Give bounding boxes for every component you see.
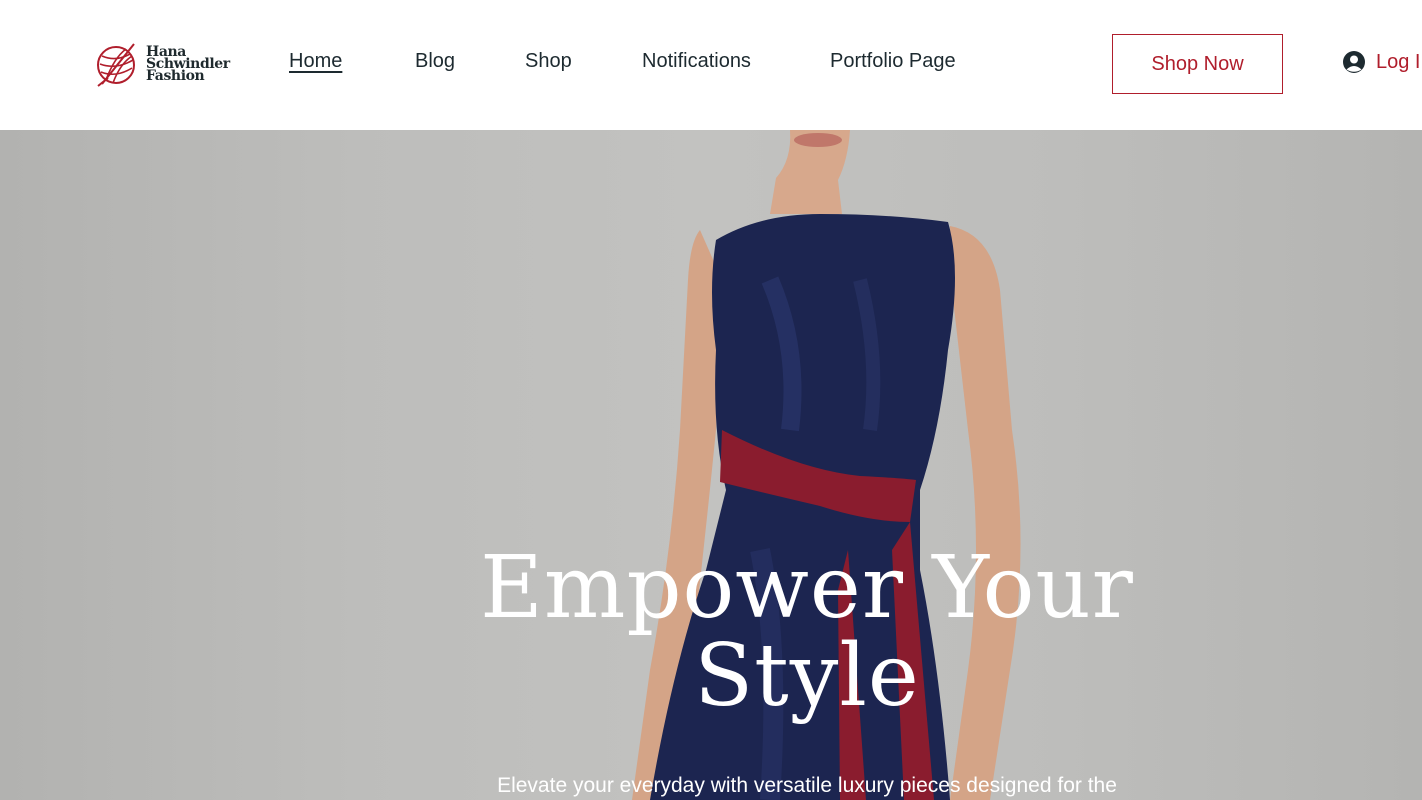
nav-portfolio-page[interactable]: Portfolio Page xyxy=(830,50,956,73)
site-header: Hana Schwindler Fashion Home Blog Shop N… xyxy=(0,0,1422,130)
shop-now-button[interactable]: Shop Now xyxy=(1112,34,1283,94)
yarn-ball-logo-icon xyxy=(97,43,135,87)
user-avatar-icon xyxy=(1343,51,1365,73)
nav-shop[interactable]: Shop xyxy=(525,50,572,73)
nav-blog[interactable]: Blog xyxy=(415,50,455,73)
login-button[interactable]: Log I xyxy=(1342,50,1420,74)
hero-title: Empower Your Style xyxy=(407,544,1207,720)
hero-title-line-1: Empower Your xyxy=(480,538,1134,638)
hero-title-line-2: Style xyxy=(694,626,920,726)
login-label: Log I xyxy=(1376,50,1421,73)
hero-subtitle: Elevate your everyday with versatile lux… xyxy=(497,774,1117,797)
nav-home[interactable]: Home xyxy=(289,50,342,73)
hero-section: Empower Your Style Elevate your everyday… xyxy=(0,130,1422,800)
brand-name: Hana Schwindler Fashion xyxy=(146,45,230,84)
brand-name-line-3: Fashion xyxy=(146,68,205,84)
nav-notifications[interactable]: Notifications xyxy=(642,50,751,73)
brand-logo[interactable]: Hana Schwindler Fashion xyxy=(96,38,236,90)
